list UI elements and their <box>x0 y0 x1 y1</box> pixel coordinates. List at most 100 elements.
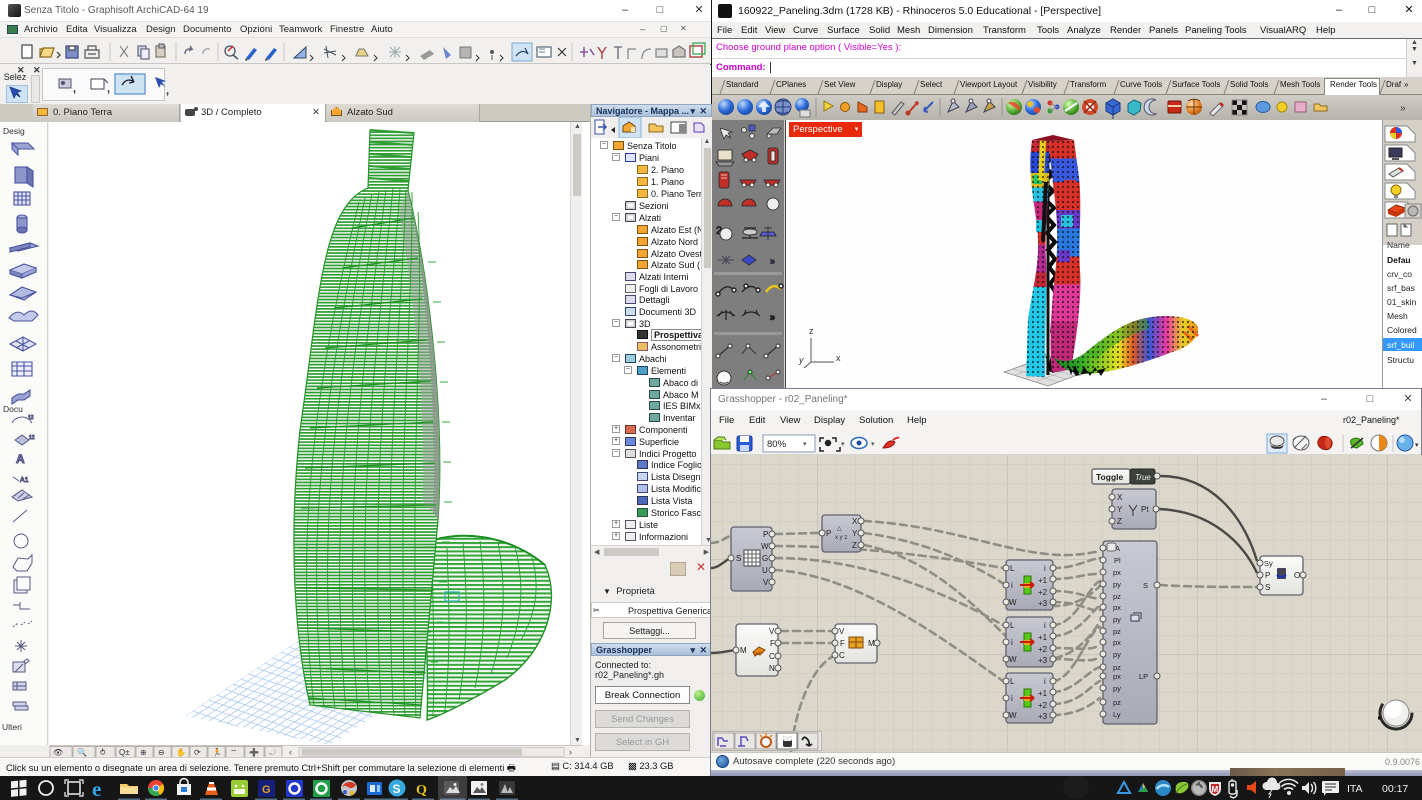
svg-text:LP: LP <box>1139 672 1148 681</box>
svg-text:S: S <box>393 782 401 796</box>
svg-text:px: px <box>1113 672 1121 681</box>
svg-text:Defau: Defau <box>1387 255 1411 265</box>
svg-text:Y: Y <box>1117 505 1123 514</box>
svg-text:V: V <box>839 627 845 636</box>
svg-text:S: S <box>736 554 741 563</box>
svg-text:⊖: ⊖ <box>158 748 165 757</box>
svg-text:»: » <box>1400 103 1406 114</box>
svg-text:»: » <box>770 256 775 266</box>
svg-text:🔍: 🔍 <box>77 747 87 757</box>
svg-text:➕: ➕ <box>249 747 259 757</box>
svg-text:U: U <box>762 566 768 575</box>
svg-text:i: i <box>1044 564 1046 573</box>
svg-text:N: N <box>769 664 775 673</box>
svg-text:80%: 80% <box>767 439 787 450</box>
svg-text:M: M <box>868 639 875 648</box>
svg-text:x y z: x y z <box>835 535 847 541</box>
svg-text:+3: +3 <box>1038 599 1048 608</box>
svg-text:V: V <box>763 578 769 587</box>
svg-text:▾: ▾ <box>803 441 807 448</box>
svg-text:»: » <box>770 312 775 322</box>
svg-text:srf_bas: srf_bas <box>1387 283 1415 293</box>
svg-text:X: X <box>1117 493 1123 502</box>
svg-text:px: px <box>1113 638 1121 647</box>
svg-text:Toggle: Toggle <box>1096 472 1123 482</box>
svg-text:00:17: 00:17 <box>1382 783 1408 795</box>
svg-text:⤾: ⤾ <box>269 748 276 757</box>
svg-text:Structu: Structu <box>1387 355 1414 365</box>
svg-text:A1: A1 <box>20 477 29 484</box>
svg-text:△: △ <box>837 526 842 532</box>
svg-text:12: 12 <box>29 435 35 441</box>
svg-text:L: L <box>1010 564 1015 573</box>
svg-text:x: x <box>836 353 841 363</box>
svg-text:C: C <box>839 651 845 660</box>
svg-text:,: , <box>166 85 169 97</box>
svg-text:+1: +1 <box>1038 576 1048 585</box>
svg-text:M: M <box>740 646 747 655</box>
svg-text:P: P <box>763 530 768 539</box>
svg-text:True: True <box>1135 473 1151 482</box>
svg-text:y: y <box>798 355 804 365</box>
svg-text:Q: Q <box>416 783 427 798</box>
svg-text:⊕: ⊕ <box>140 748 147 757</box>
svg-text:Pt: Pt <box>1141 505 1149 514</box>
svg-text:👁: 👁 <box>53 748 63 757</box>
svg-text:P: P <box>826 529 831 538</box>
svg-text:O: O <box>1294 571 1300 580</box>
svg-text:Sy: Sy <box>1264 559 1273 568</box>
svg-text:Ulteri: Ulteri <box>2 722 22 732</box>
svg-text:S: S <box>1143 581 1148 590</box>
svg-text:z: z <box>809 326 814 336</box>
svg-text:crv_co: crv_co <box>1387 269 1412 279</box>
svg-text:‹: ‹ <box>289 747 292 757</box>
svg-text:▾: ▾ <box>841 441 845 448</box>
svg-text:,: , <box>107 83 110 95</box>
svg-text:F: F <box>840 639 845 648</box>
svg-text:W: W <box>1009 598 1017 607</box>
svg-text:✋: ✋ <box>176 747 186 757</box>
svg-text:⌔: ⌔ <box>230 748 238 757</box>
svg-text:Pl: Pl <box>1114 556 1121 565</box>
svg-text:pz: pz <box>1113 698 1121 707</box>
svg-text:X: X <box>852 517 858 526</box>
svg-text:Mesh: Mesh <box>1387 311 1408 321</box>
svg-text:G: G <box>262 784 271 796</box>
svg-text:+2: +2 <box>1038 588 1048 597</box>
svg-text:pz: pz <box>1113 592 1121 601</box>
svg-text:Docu: Docu <box>3 404 23 414</box>
svg-text:Q±: Q± <box>119 748 130 757</box>
svg-text:Z: Z <box>1117 517 1122 526</box>
svg-text:,: , <box>73 83 76 95</box>
svg-text:py: py <box>1113 650 1121 659</box>
svg-text:⟳: ⟳ <box>194 748 201 757</box>
svg-text:▾: ▾ <box>871 441 875 448</box>
svg-text:V: V <box>769 627 775 636</box>
svg-text:12: 12 <box>28 415 34 421</box>
svg-text:›: › <box>569 747 572 757</box>
svg-text:P: P <box>1265 571 1270 580</box>
svg-text:▾: ▾ <box>1415 442 1419 449</box>
svg-text:py: py <box>1113 615 1121 624</box>
svg-text:i: i <box>1011 581 1013 590</box>
svg-text:pz: pz <box>1113 627 1121 636</box>
svg-text:Name: Name <box>1387 240 1410 250</box>
svg-text:srf_buil: srf_buil <box>1387 340 1415 350</box>
svg-text:ITA: ITA <box>1347 783 1363 795</box>
svg-text:pz: pz <box>1113 663 1121 672</box>
svg-text:⥁: ⥁ <box>100 748 106 757</box>
svg-text:e: e <box>92 777 101 800</box>
svg-text:py: py <box>1113 684 1121 693</box>
svg-text:px: px <box>1113 603 1121 612</box>
svg-text:S: S <box>1265 583 1270 592</box>
svg-text:Desig: Desig <box>3 126 25 136</box>
svg-text:M: M <box>1212 785 1219 794</box>
svg-text:py: py <box>1113 580 1121 589</box>
svg-text:Y: Y <box>852 529 858 538</box>
svg-text:A: A <box>16 452 25 466</box>
svg-text:Colored: Colored <box>1387 325 1417 335</box>
svg-text:🏃: 🏃 <box>212 747 222 757</box>
svg-text:W: W <box>761 542 769 551</box>
svg-text:G: G <box>762 554 768 563</box>
svg-text:px: px <box>1113 568 1121 577</box>
